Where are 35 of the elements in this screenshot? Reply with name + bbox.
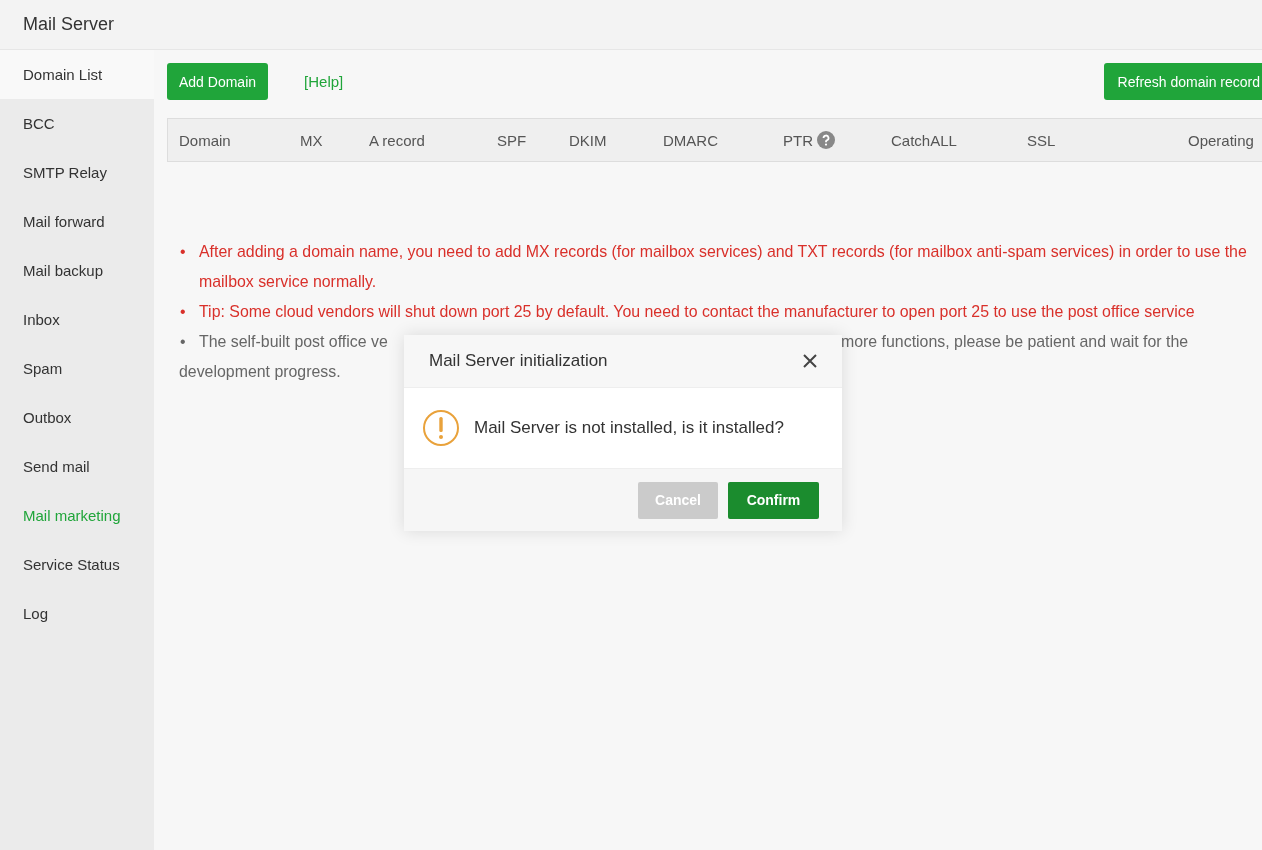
column-header: DMARC [663,131,718,149]
bullet: • [179,302,187,322]
confirm-button[interactable]: Confirm [728,481,819,519]
note-text: Tip: Some cloud vendors will shut down port 25 by default. You need to contact the manufacturer to open port 25 to use the post office service [199,302,1196,322]
window-title: Mail Server [23,14,115,35]
note-text: development progress. [179,363,341,380]
sidebar-item[interactable]: Mail forward [0,197,154,246]
dialog-title: Mail Server initialization [429,351,608,371]
column-header: DKIM [569,131,607,149]
sidebar-item[interactable]: Mail backup [0,246,154,295]
sidebar-item[interactable]: SMTP Relay [0,148,154,197]
sidebar-item[interactable]: Spam [0,344,154,393]
warning-icon [422,409,460,447]
column-header: PTR [783,131,813,149]
column-header: Operating [1188,131,1254,149]
column-header: SSL [1027,131,1056,149]
sidebar-item[interactable]: Send mail [0,442,154,491]
column-header: SPF [497,131,527,149]
column-header: MX [300,131,323,149]
bullet: • [179,332,187,352]
column-header: A record [369,131,425,149]
note-text: After adding a domain name, you need to add MX records (for mailbox services) and TXT records (for mailbox anti-spam services) in order to use the mailbox service normally. [199,242,1248,292]
column-header: CatchALL [891,131,957,149]
dialog-message: Mail Server is not installed, is it installed? [474,418,784,438]
sidebar-item[interactable]: Service Status [0,540,154,589]
sidebar-item[interactable]: Domain List [0,50,154,99]
bullet: • [179,242,187,262]
sidebar-item[interactable]: Outbox [0,393,154,442]
column-header: Domain [179,131,231,149]
sidebar-item[interactable]: BCC [0,99,154,148]
close-icon[interactable] [802,353,818,369]
sidebar-item[interactable]: Inbox [0,295,154,344]
sidebar-item[interactable]: Log [0,589,154,638]
note-text: more functions, please be patient and wait for the [841,332,1189,352]
note-text: The self-built post office ve [199,333,388,350]
